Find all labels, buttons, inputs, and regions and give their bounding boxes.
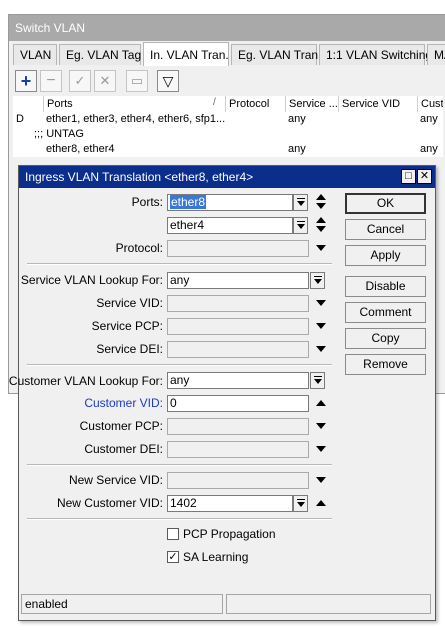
column-header-protocol[interactable]: Protocol: [225, 96, 285, 112]
status-enabled: enabled: [21, 594, 223, 614]
new-customer-vid-label: New Customer VID:: [56, 496, 163, 510]
new-service-vid-field[interactable]: [167, 472, 309, 489]
remove-button[interactable]: Remove: [345, 354, 426, 375]
apply-button[interactable]: Apply: [345, 245, 426, 266]
new-customer-vid-collapse-icon[interactable]: [316, 500, 326, 506]
ok-button[interactable]: OK: [345, 193, 426, 214]
service-dei-expand-icon[interactable]: [316, 346, 326, 352]
add-icon[interactable]: +: [15, 70, 37, 92]
customer-vlan-lookup-dropdown[interactable]: [310, 372, 325, 389]
customer-pcp-label: Customer PCP:: [79, 419, 163, 433]
tab-ma[interactable]: MA: [427, 44, 445, 65]
service-vlan-lookup-field[interactable]: any: [167, 272, 309, 289]
service-dei-label: Service DEI:: [96, 342, 163, 356]
pcp-propagation-checkbox[interactable]: [167, 528, 179, 540]
row-customer: any: [420, 113, 438, 125]
port-1-add-icon[interactable]: [316, 194, 326, 200]
table-row[interactable]: D ether1, ether3, ether4, ether6, sfp1..…: [13, 112, 443, 127]
sa-learning-label: SA Learning: [183, 550, 249, 564]
ingress-vlan-translation-dialog: Ingress VLAN Translation <ether8, ether4…: [9, 165, 436, 621]
port-1-remove-icon[interactable]: [316, 203, 326, 209]
service-pcp-field[interactable]: [167, 318, 309, 335]
table-header: Ports / Protocol Service ... Service VID…: [13, 96, 443, 113]
separator: [27, 464, 332, 466]
customer-vid-field[interactable]: 0: [167, 395, 309, 412]
separator: [27, 518, 332, 520]
row-ports: ether1, ether3, ether4, ether6, sfp1...: [46, 113, 225, 125]
protocol-expand-icon[interactable]: [316, 245, 326, 251]
tab-eg-vlan-tran[interactable]: Eg. VLAN Tran.: [231, 44, 321, 65]
tab-vlan[interactable]: VLAN: [13, 44, 57, 65]
protocol-field[interactable]: [167, 240, 309, 257]
separator: [27, 263, 332, 265]
row-service: any: [288, 113, 306, 125]
column-header-flag[interactable]: [13, 96, 43, 112]
remove-icon[interactable]: −: [40, 70, 62, 92]
customer-dei-label: Customer DEI:: [84, 442, 163, 456]
filter-icon[interactable]: ▽: [157, 70, 179, 92]
column-header-customer[interactable]: Custo: [417, 96, 443, 112]
port-value-1: ether8: [170, 195, 207, 209]
new-customer-vid-field[interactable]: 1402: [167, 495, 293, 512]
port-1-dropdown[interactable]: [293, 194, 308, 211]
service-vlan-lookup-dropdown[interactable]: [310, 272, 325, 289]
port-value-2: ether4: [170, 218, 205, 232]
new-service-vid-label: New Service VID:: [68, 473, 163, 487]
disable-icon[interactable]: ✕: [94, 70, 116, 92]
tab-in-vlan-tran[interactable]: In. VLAN Tran.: [143, 42, 229, 66]
sort-indicator-icon: /: [213, 97, 216, 108]
table-row-comment[interactable]: ;;; UNTAG: [13, 127, 443, 142]
enable-icon[interactable]: ✓: [69, 70, 91, 92]
column-header-service-vid[interactable]: Service VID: [338, 96, 417, 112]
customer-vlan-lookup-field[interactable]: any: [167, 372, 309, 389]
ports-label: Ports:: [131, 195, 163, 209]
customer-pcp-field[interactable]: [167, 418, 309, 435]
restore-icon[interactable]: □: [401, 169, 416, 184]
copy-button[interactable]: Copy: [345, 328, 426, 349]
service-pcp-expand-icon[interactable]: [316, 323, 326, 329]
service-pcp-label: Service PCP:: [91, 319, 163, 333]
customer-vid-label: Customer VID:: [84, 396, 163, 410]
new-service-vid-expand-icon[interactable]: [316, 477, 326, 483]
service-vlan-lookup-label: Service VLAN Lookup For:: [20, 273, 163, 287]
tab-eg-vlan-tag[interactable]: Eg. VLAN Tag: [59, 44, 141, 65]
service-vid-expand-icon[interactable]: [316, 300, 326, 306]
port-field-2[interactable]: ether4: [167, 217, 293, 234]
cancel-button[interactable]: Cancel: [345, 219, 426, 240]
row-ports: ether8, ether4: [46, 143, 115, 155]
customer-dei-expand-icon[interactable]: [316, 446, 326, 452]
dialog-title: Ingress VLAN Translation <ether8, ether4…: [19, 166, 435, 188]
row-comment: ;;; UNTAG: [34, 128, 84, 140]
window-title: Switch VLAN: [9, 15, 445, 41]
table-row[interactable]: ether8, ether4 any any: [13, 142, 443, 157]
status-right: [226, 594, 431, 614]
customer-dei-field[interactable]: [167, 441, 309, 458]
service-dei-field[interactable]: [167, 341, 309, 358]
column-header-service[interactable]: Service ...: [285, 96, 338, 112]
close-icon[interactable]: ✕: [417, 169, 432, 184]
protocol-label: Protocol:: [115, 241, 163, 255]
port-2-add-icon[interactable]: [316, 217, 326, 223]
row-flag: D: [16, 113, 24, 125]
comment-icon[interactable]: ▭: [126, 70, 148, 92]
row-customer: any: [420, 143, 438, 155]
separator: [27, 364, 332, 366]
row-service: any: [288, 143, 306, 155]
pcp-propagation-label: PCP Propagation: [183, 527, 276, 541]
service-vid-field[interactable]: [167, 295, 309, 312]
port-field-1[interactable]: ether8: [167, 194, 293, 211]
new-customer-vid-dropdown[interactable]: [293, 495, 308, 512]
customer-pcp-expand-icon[interactable]: [316, 423, 326, 429]
port-2-dropdown[interactable]: [293, 217, 308, 234]
customer-vlan-lookup-label: Customer VLAN Lookup For:: [8, 374, 163, 388]
port-2-remove-icon[interactable]: [316, 226, 326, 232]
disable-button[interactable]: Disable: [345, 276, 426, 297]
column-header-ports[interactable]: Ports: [43, 96, 225, 112]
customer-vid-collapse-icon[interactable]: [316, 400, 326, 406]
tab-1-1-vlan-switching[interactable]: 1:1 VLAN Switching: [319, 44, 432, 65]
service-vid-label: Service VID:: [96, 296, 163, 310]
comment-button[interactable]: Comment: [345, 302, 426, 323]
sa-learning-checkbox[interactable]: ✓: [167, 551, 179, 563]
